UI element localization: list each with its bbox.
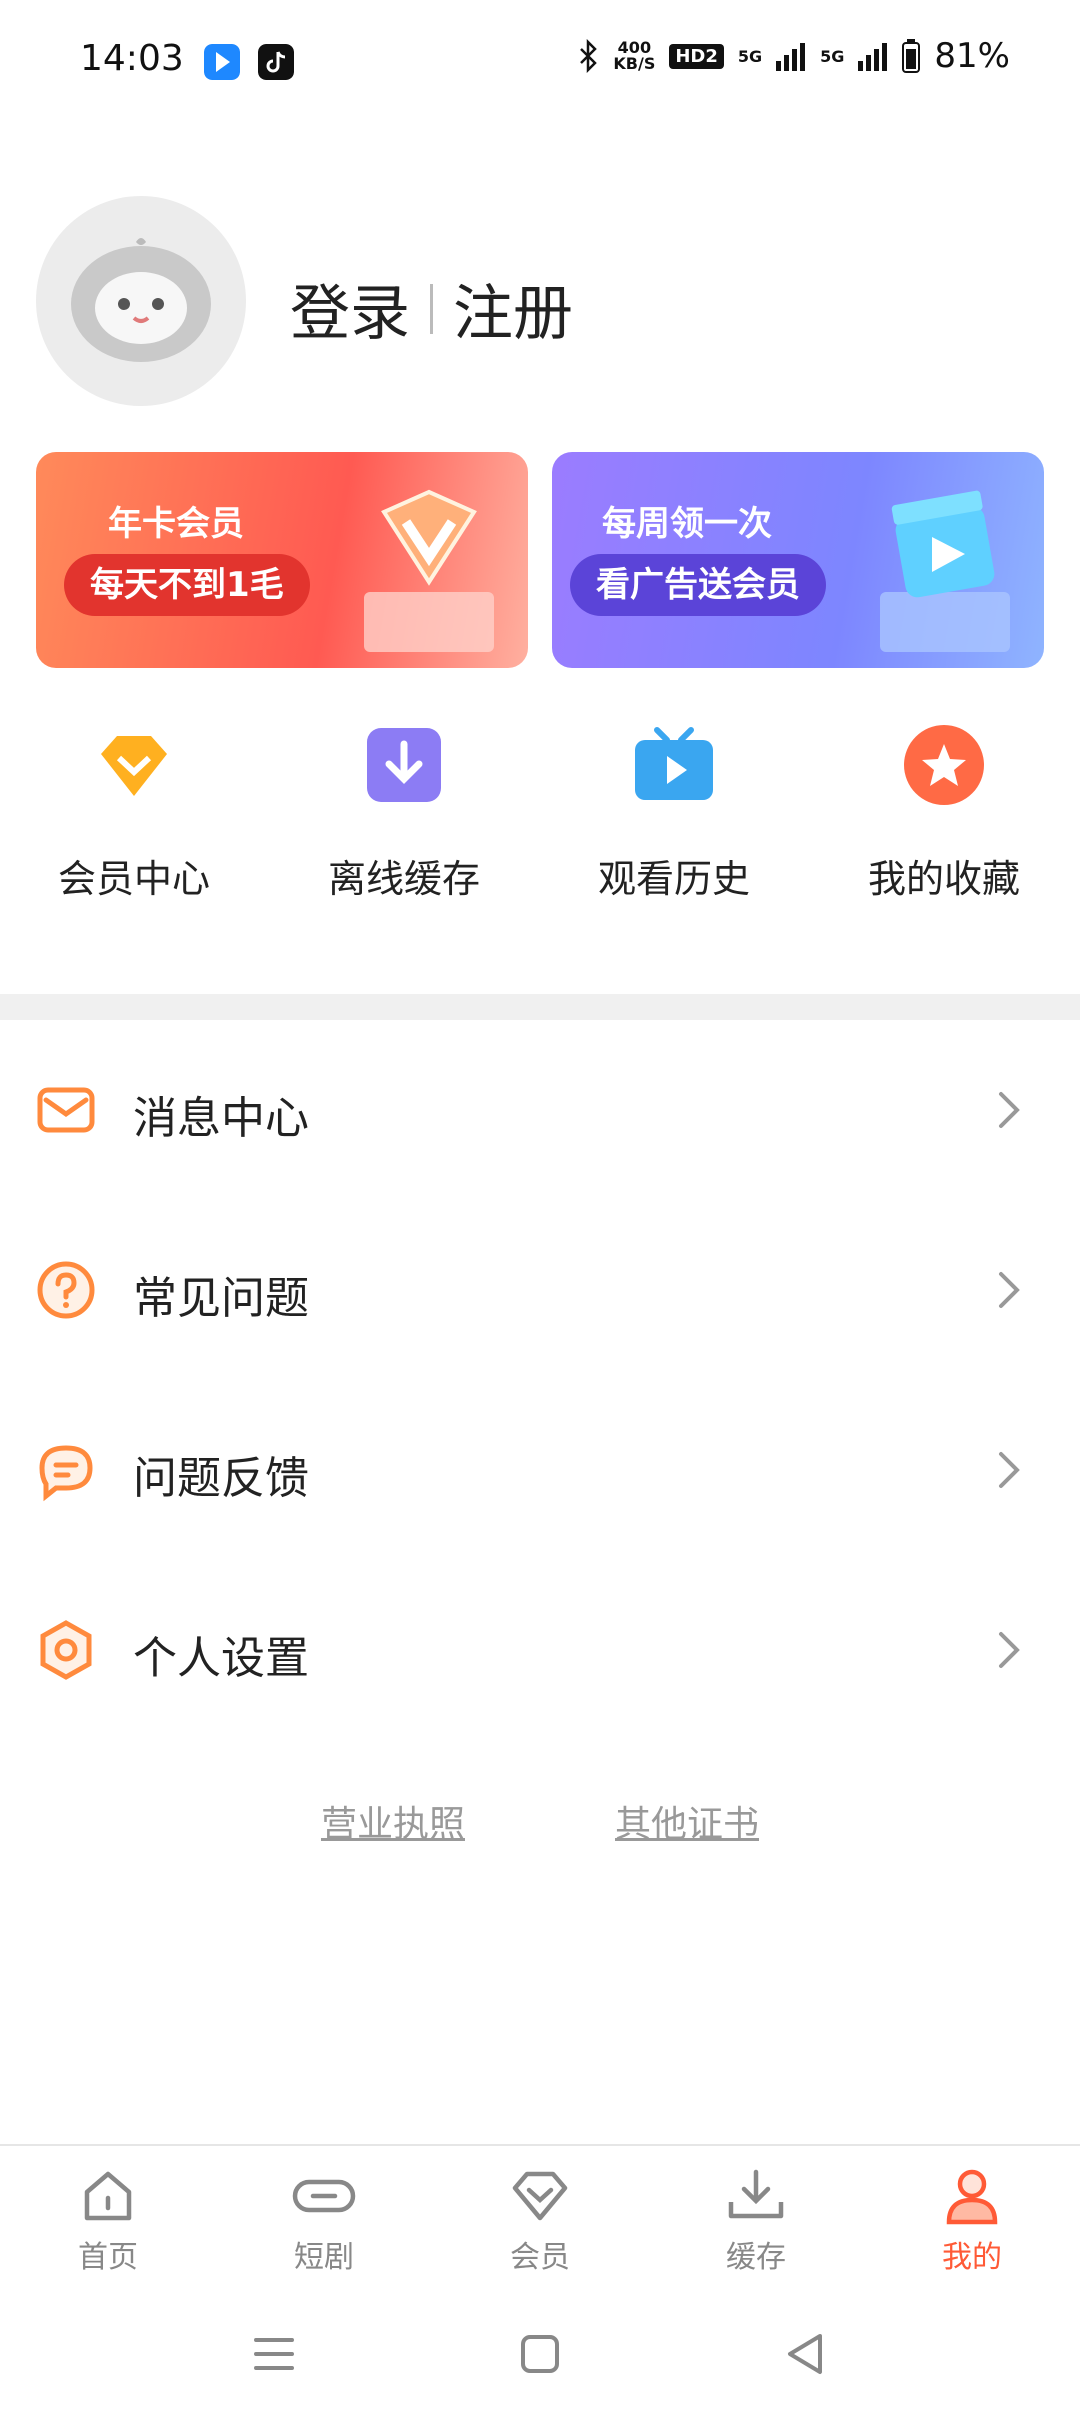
- system-nav-bar: [0, 2294, 1080, 2412]
- menu-icon[interactable]: [244, 2324, 304, 2384]
- menu-label: 问题反馈: [133, 1453, 309, 1504]
- menu-label: 消息中心: [133, 1093, 309, 1144]
- tab-label: 短剧: [294, 2240, 354, 2275]
- login-link[interactable]: 登录: [290, 265, 410, 352]
- person-icon: [946, 2169, 998, 2225]
- other-certificates-link[interactable]: 其他证书: [615, 1795, 759, 1847]
- download-icon: [367, 728, 441, 802]
- settings-hex-icon: [40, 1620, 92, 1680]
- tab-short-drama[interactable]: 短剧: [254, 2166, 394, 2276]
- banner-title: 年卡会员: [108, 504, 244, 544]
- tiktok-notification-icon: [258, 44, 294, 80]
- status-time: 14:03: [80, 38, 184, 79]
- chevron-right-icon: [999, 1632, 1020, 1668]
- quick-label: 会员中心: [57, 857, 210, 901]
- link-icon: [292, 2179, 356, 2213]
- quick-vip-center[interactable]: 会员中心: [34, 720, 234, 903]
- weekly-ad-vip-banner[interactable]: 每周领一次 看广告送会员: [552, 452, 1044, 668]
- bluetooth-icon: [580, 39, 598, 73]
- quick-label: 离线缓存: [327, 857, 480, 901]
- quick-offline-cache[interactable]: 离线缓存: [304, 720, 504, 903]
- quick-my-favorites[interactable]: 我的收藏: [844, 720, 1044, 903]
- network-speed: 400 KB/S: [613, 40, 655, 72]
- chevron-right-icon: [999, 1272, 1020, 1308]
- back-icon[interactable]: [776, 2324, 836, 2384]
- login-register: 登录 注册: [290, 265, 573, 352]
- tab-label: 缓存: [726, 2240, 786, 2275]
- menu-label: 常见问题: [133, 1273, 309, 1324]
- business-license-link[interactable]: 营业执照: [321, 1795, 465, 1847]
- chevron-right-icon: [999, 1092, 1020, 1128]
- clapperboard-play-icon: [880, 490, 1010, 652]
- tab-label: 首页: [78, 2240, 138, 2275]
- question-icon: [37, 1261, 95, 1319]
- status-bar: 14:03 400 KB/S HD2 5G 5G 81%: [0, 0, 1080, 124]
- battery-icon: [902, 39, 921, 73]
- banner-subtitle: 每天不到1毛: [64, 554, 310, 616]
- banner-title: 每周领一次: [602, 504, 772, 544]
- bottom-tab-bar: 首页 短剧 会员 缓存 我的: [0, 2144, 1080, 2294]
- quick-label: 观看历史: [597, 857, 750, 901]
- signal-icon: [776, 43, 806, 71]
- tab-home[interactable]: 首页: [38, 2166, 178, 2276]
- home-button-icon[interactable]: [510, 2324, 570, 2384]
- quick-watch-history[interactable]: 观看历史: [574, 720, 774, 903]
- quick-label: 我的收藏: [867, 857, 1020, 901]
- divider: [430, 283, 433, 334]
- tab-mine[interactable]: 我的: [902, 2166, 1042, 2276]
- footer-links: 营业执照 其他证书: [0, 1795, 1080, 1847]
- tab-label: 会员: [510, 2240, 570, 2275]
- home-icon: [84, 2171, 132, 2221]
- menu-feedback[interactable]: 问题反馈: [0, 1380, 1080, 1560]
- tab-cache[interactable]: 缓存: [686, 2166, 826, 2276]
- vip-diamond-icon: [101, 736, 167, 796]
- tv-play-icon: [635, 727, 713, 800]
- chevron-right-icon: [999, 1452, 1020, 1488]
- network-label-1: 5G: [737, 46, 763, 66]
- vip-icon: [512, 2171, 568, 2221]
- menu-faq[interactable]: 常见问题: [0, 1200, 1080, 1380]
- robot-avatar-icon: [71, 238, 211, 362]
- signal-icon-2: [858, 43, 888, 71]
- tab-label: 我的: [942, 2240, 1002, 2275]
- diamond-v-icon: [364, 489, 494, 652]
- tab-vip[interactable]: 会员: [470, 2166, 610, 2276]
- network-label-2: 5G: [820, 46, 845, 66]
- menu-message-center[interactable]: 消息中心: [0, 1020, 1080, 1200]
- feedback-icon: [39, 1445, 93, 1502]
- section-divider: [0, 994, 1080, 1020]
- register-link[interactable]: 注册: [453, 265, 573, 352]
- banner-subtitle: 看广告送会员: [570, 554, 826, 616]
- menu-label: 个人设置: [133, 1633, 309, 1684]
- speed-unit: KB/S: [613, 54, 656, 73]
- download-tray-icon: [728, 2169, 784, 2219]
- status-indicators: 400 KB/S HD2 5G 5G 81%: [577, 36, 1010, 76]
- battery-level: 81%: [934, 36, 1010, 76]
- star-icon: [904, 725, 984, 805]
- hd-badge: HD2: [669, 43, 724, 69]
- app-notification-icon: [204, 44, 240, 80]
- mail-icon: [37, 1087, 95, 1133]
- annual-vip-banner[interactable]: 年卡会员 每天不到1毛: [36, 452, 528, 668]
- menu-personal-settings[interactable]: 个人设置: [0, 1560, 1080, 1740]
- avatar[interactable]: [36, 196, 246, 406]
